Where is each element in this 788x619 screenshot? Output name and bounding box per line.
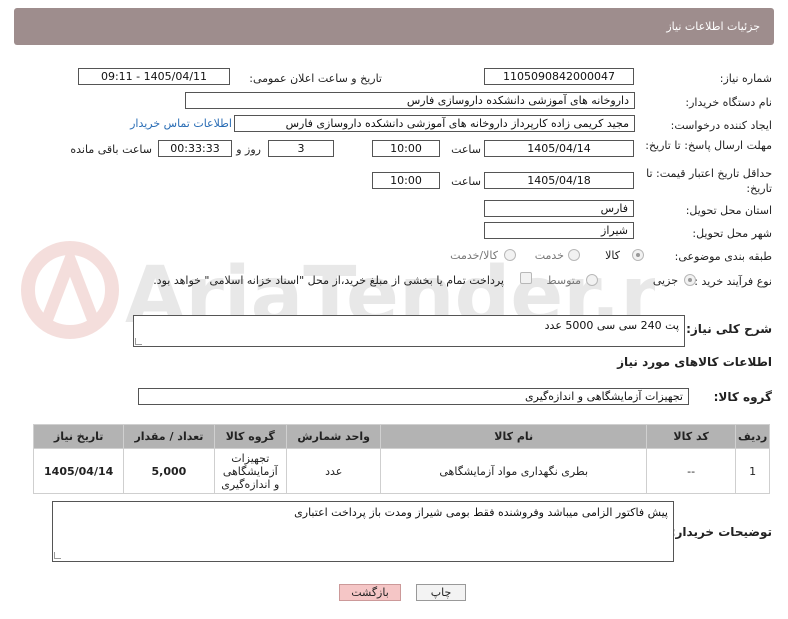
category-radio-goods-service[interactable] [504, 249, 516, 261]
category-radio-goods[interactable] [632, 249, 644, 261]
province-field: فارس [484, 200, 634, 217]
process-option-partial: جزیی [652, 274, 678, 287]
col-quantity: تعداد / مقدار [123, 424, 215, 449]
goods-group-label: گروه کالا: [713, 390, 772, 404]
cell-need-date: 1405/04/14 [32, 448, 125, 494]
category-option-goods: کالا [605, 249, 620, 262]
validity-hour-label: ساعت [451, 175, 481, 188]
requester-field: مجید کریمی زاده کارپرداز داروخانه های آم… [234, 115, 635, 132]
category-label: طبقه بندی موضوعی: [674, 250, 772, 263]
table-header-row: ردیف کد کالا نام کالا واحد شمارش گروه کا… [32, 424, 770, 449]
print-button[interactable]: چاپ [416, 584, 466, 601]
col-row: ردیف [735, 424, 770, 449]
province-label: استان محل تحویل: [685, 204, 772, 217]
notes-resize-handle[interactable] [54, 552, 61, 559]
table-row: 1 -- بطری نگهداری مواد آزمایشگاهی عدد تج… [32, 448, 770, 494]
page-title: جزئیات اطلاعات نیاز [666, 20, 760, 33]
cell-row: 1 [735, 448, 770, 494]
description-resize-handle[interactable] [135, 338, 142, 345]
page-header: جزئیات اطلاعات نیاز [14, 8, 774, 45]
treasury-payment-checkbox[interactable] [520, 272, 532, 284]
col-need-date: تاریخ نیاز [32, 424, 125, 449]
col-code: کد کالا [645, 424, 737, 449]
reply-date-field: 1405/04/14 [484, 140, 634, 157]
goods-table: ردیف کد کالا نام کالا واحد شمارش گروه کا… [32, 424, 770, 494]
buyer-org-field: داروخانه های آموزشی دانشکده داروسازی فار… [185, 92, 635, 109]
days-field: 3 [268, 140, 334, 157]
need-number-field: 1105090842000047 [484, 68, 634, 85]
buyer-notes-label: توضیحات خریدار: [670, 525, 772, 539]
announce-datetime-field: 1405/04/11 - 09:11 [78, 68, 230, 85]
category-option-service: خدمت [534, 249, 564, 262]
city-field: شیراز [484, 222, 634, 239]
reply-time-field: 10:00 [372, 140, 440, 157]
col-unit: واحد شمارش [285, 424, 382, 449]
cell-code: -- [645, 448, 737, 494]
category-option-goods-service: کالا/خدمت [450, 249, 498, 262]
validity-date-field: 1405/04/18 [484, 172, 634, 189]
process-radio-medium[interactable] [586, 274, 598, 286]
reply-hour-label: ساعت [451, 143, 481, 156]
goods-info-heading: اطلاعات کالاهای مورد نیاز [617, 355, 772, 369]
process-type-label: نوع فرآیند خرید : [694, 275, 772, 288]
back-button[interactable]: بازگشت [339, 584, 401, 601]
goods-group-field: تجهیزات آزمایشگاهی و اندازه‌گیری [138, 388, 689, 405]
hours-left-label: ساعت باقی مانده [70, 143, 152, 156]
validity-time-field: 10:00 [372, 172, 440, 189]
category-radio-service[interactable] [568, 249, 580, 261]
treasury-payment-note: پرداخت تمام یا بخشی از مبلغ خرید،از محل … [153, 274, 504, 287]
process-option-medium: متوسط [546, 274, 581, 287]
process-radio-partial[interactable] [684, 274, 696, 286]
announce-datetime-label: تاریخ و ساعت اعلان عمومی: [249, 72, 382, 85]
city-label: شهر محل تحویل: [692, 227, 772, 240]
col-group: گروه کالا [213, 424, 287, 449]
col-name: نام کالا [380, 424, 647, 449]
buyer-notes-field[interactable]: پیش فاکتور الزامی میباشد وفروشنده فقط بو… [52, 501, 674, 562]
days-label: روز و [236, 143, 261, 156]
description-field[interactable]: پت 240 سی سی 5000 عدد [133, 315, 685, 347]
cell-unit: عدد [285, 448, 382, 494]
min-validity-label: حداقل تاریخ اعتبار قیمت: تا تاریخ: [646, 167, 772, 195]
description-label: شرح کلی نیاز: [686, 322, 772, 336]
contact-info-link[interactable]: اطلاعات تماس خریدار [130, 117, 232, 130]
reply-deadline-label: مهلت ارسال پاسخ: تا تاریخ: [645, 139, 772, 152]
requester-label: ایجاد کننده درخواست: [670, 119, 772, 132]
cell-group: تجهیزات آزمایشگاهی و اندازه‌گیری [213, 448, 287, 494]
need-number-label: شماره نیاز: [719, 72, 772, 85]
remaining-time-field: 00:33:33 [158, 140, 232, 157]
cell-quantity: 5,000 [123, 448, 215, 494]
buyer-org-label: نام دستگاه خریدار: [685, 96, 772, 109]
cell-name: بطری نگهداری مواد آزمایشگاهی [380, 448, 647, 494]
